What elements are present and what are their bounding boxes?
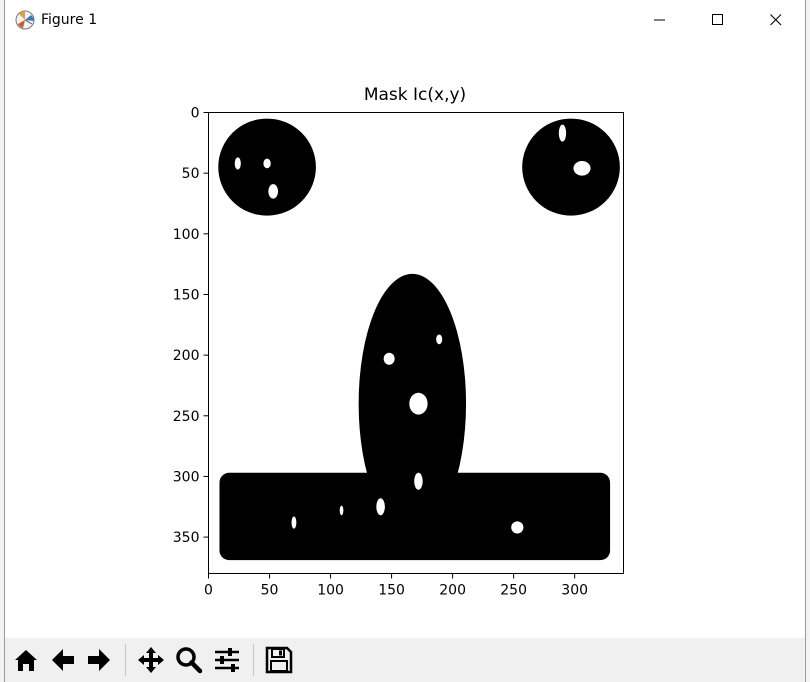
window-title: Figure 1 — [41, 12, 98, 28]
minimize-icon — [654, 19, 665, 20]
toolbar-separator — [253, 644, 254, 676]
x-tick-label: 150 — [378, 583, 405, 599]
mask-bar — [219, 472, 611, 561]
mask-hole — [558, 124, 567, 142]
maximize-icon — [712, 13, 723, 25]
mask-hole — [414, 472, 423, 490]
save-button[interactable] — [263, 643, 295, 677]
mask-image — [208, 112, 624, 574]
pan-button[interactable] — [135, 643, 167, 677]
figure-canvas[interactable]: Mask Ic(x,y) 0 50 100 150 200 250 300 0 50 100 15… — [5, 39, 805, 638]
mask-hole — [339, 505, 344, 516]
x-tick-label: 250 — [500, 583, 527, 599]
floppy-disk-icon — [265, 646, 293, 674]
home-button[interactable] — [10, 643, 42, 677]
back-button[interactable] — [47, 643, 79, 677]
zoom-button[interactable] — [173, 643, 205, 677]
background-window-right — [806, 0, 810, 682]
close-button[interactable] — [747, 0, 805, 39]
x-tick-label: 200 — [439, 583, 466, 599]
x-tick-label: 50 — [261, 583, 279, 599]
mask-hole — [383, 352, 395, 365]
forward-button[interactable] — [83, 643, 115, 677]
y-axis: 0 50 100 150 200 250 300 350 — [173, 106, 209, 546]
close-icon — [770, 13, 782, 25]
x-axis: 0 50 100 150 200 250 300 — [204, 573, 588, 599]
mask-circle — [522, 118, 620, 216]
y-tick-label: 200 — [173, 348, 200, 364]
mask-hole — [376, 498, 385, 516]
mask-hole — [436, 334, 443, 345]
mask-hole — [263, 158, 271, 169]
sliders-icon — [215, 648, 239, 672]
mask-hole — [511, 521, 524, 534]
arrow-right-icon — [88, 649, 110, 671]
toolbar-separator — [125, 644, 126, 676]
y-tick-label: 300 — [173, 469, 200, 485]
move-icon — [138, 647, 164, 673]
x-tick-label: 300 — [561, 583, 588, 599]
x-tick-label: 100 — [317, 583, 344, 599]
home-icon — [15, 650, 37, 671]
plot-title: Mask Ic(x,y) — [364, 85, 466, 105]
y-tick-label: 350 — [173, 530, 200, 546]
figure-window: Figure 1 Mask Ic(x,y) 0 50 100 150 200 250 300… — [4, 0, 806, 682]
mask-hole — [291, 516, 297, 529]
minimize-button[interactable] — [631, 0, 689, 39]
arrow-left-icon — [52, 649, 74, 671]
mask-image-plot[interactable]: Mask Ic(x,y) 0 50 100 150 200 250 300 0 50 100 15… — [5, 39, 805, 638]
mask-hole — [573, 161, 591, 176]
y-tick-label: 100 — [173, 227, 200, 243]
mask-hole — [409, 392, 428, 415]
y-tick-label: 0 — [191, 106, 200, 122]
y-tick-label: 150 — [173, 287, 200, 303]
mask-hole — [268, 184, 279, 199]
title-bar[interactable]: Figure 1 — [5, 0, 805, 39]
magnifier-icon — [176, 647, 203, 674]
matplotlib-app-icon — [15, 10, 35, 30]
navigation-toolbar — [5, 638, 805, 682]
y-tick-label: 50 — [182, 166, 200, 182]
maximize-button[interactable] — [689, 0, 747, 39]
y-tick-label: 250 — [173, 409, 200, 425]
configure-subplots-button[interactable] — [211, 643, 243, 677]
x-tick-label: 0 — [204, 583, 213, 599]
mask-hole — [234, 157, 241, 170]
